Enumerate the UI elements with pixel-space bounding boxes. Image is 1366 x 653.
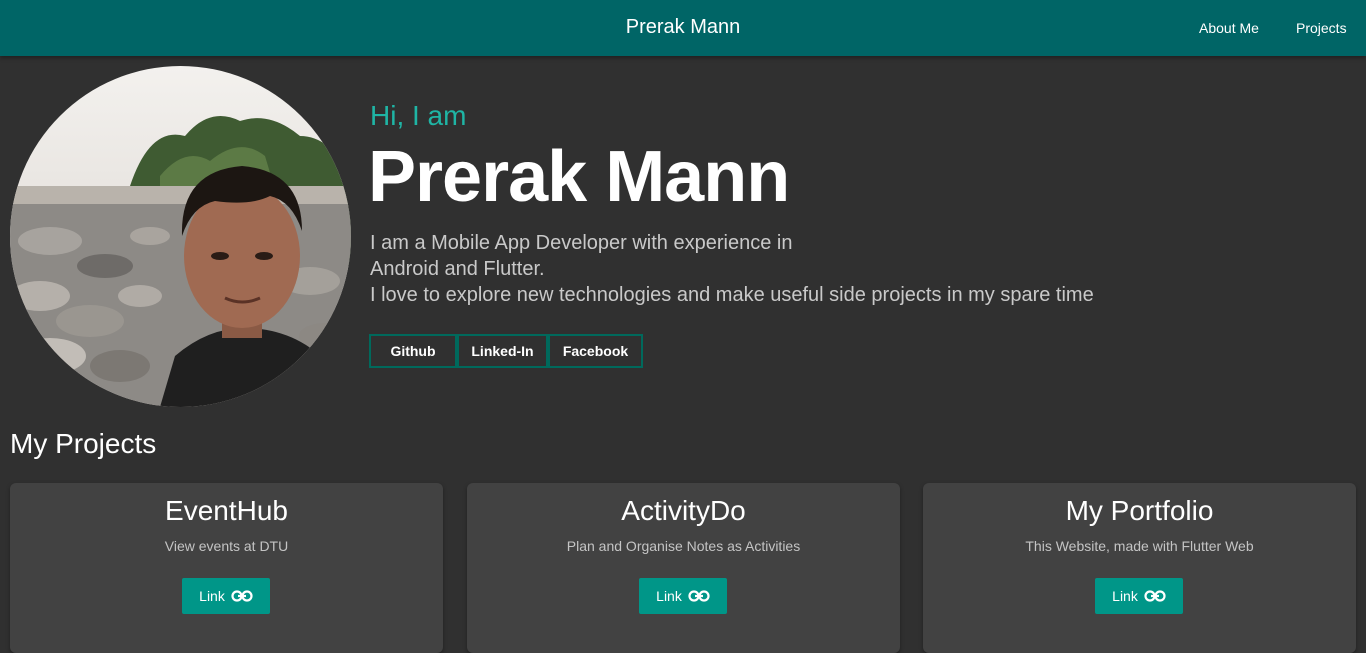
link-button-label: Link <box>656 588 682 604</box>
hero-name: Prerak Mann <box>368 137 790 217</box>
project-card: EventHub View events at DTU Link <box>10 483 443 653</box>
app-bar: Prerak Mann About Me Projects <box>0 0 1366 56</box>
github-button[interactable]: Github <box>369 334 457 368</box>
projects-heading: My Projects <box>10 428 157 459</box>
link-button-label: Link <box>1112 588 1138 604</box>
link-icon <box>1144 590 1166 602</box>
project-description: This Website, made with Flutter Web <box>1025 538 1254 554</box>
link-icon <box>688 590 710 602</box>
bio-line: I am a Mobile App Developer with experie… <box>370 232 793 254</box>
link-button-label: Link <box>199 588 225 604</box>
project-description: Plan and Organise Notes as Activities <box>566 538 801 554</box>
project-title: ActivityDo <box>621 495 746 526</box>
project-card: My Portfolio This Website, made with Flu… <box>923 483 1356 653</box>
project-title: My Portfolio <box>1065 495 1214 526</box>
bio-line: Android and Flutter. <box>370 258 545 280</box>
project-description: View events at DTU <box>164 538 289 554</box>
project-link-button[interactable]: Link <box>182 578 270 614</box>
linkedin-button[interactable]: Linked-In <box>457 334 548 368</box>
project-link-button[interactable]: Link <box>639 578 727 614</box>
nav-about-me[interactable]: About Me <box>1199 20 1259 36</box>
facebook-button[interactable]: Facebook <box>548 334 643 368</box>
bio: I am a Mobile App Developer with experie… <box>370 230 1094 308</box>
app-title: Prerak Mann <box>625 16 741 38</box>
project-title: EventHub <box>165 495 288 526</box>
profile-photo <box>10 66 351 407</box>
link-icon <box>231 590 253 602</box>
project-card: ActivityDo Plan and Organise Notes as Ac… <box>467 483 900 653</box>
bio-line: I love to explore new technologies and m… <box>370 284 1094 306</box>
project-link-button[interactable]: Link <box>1095 578 1183 614</box>
nav-projects[interactable]: Projects <box>1296 20 1347 36</box>
greeting-text: Hi, I am <box>370 100 467 131</box>
